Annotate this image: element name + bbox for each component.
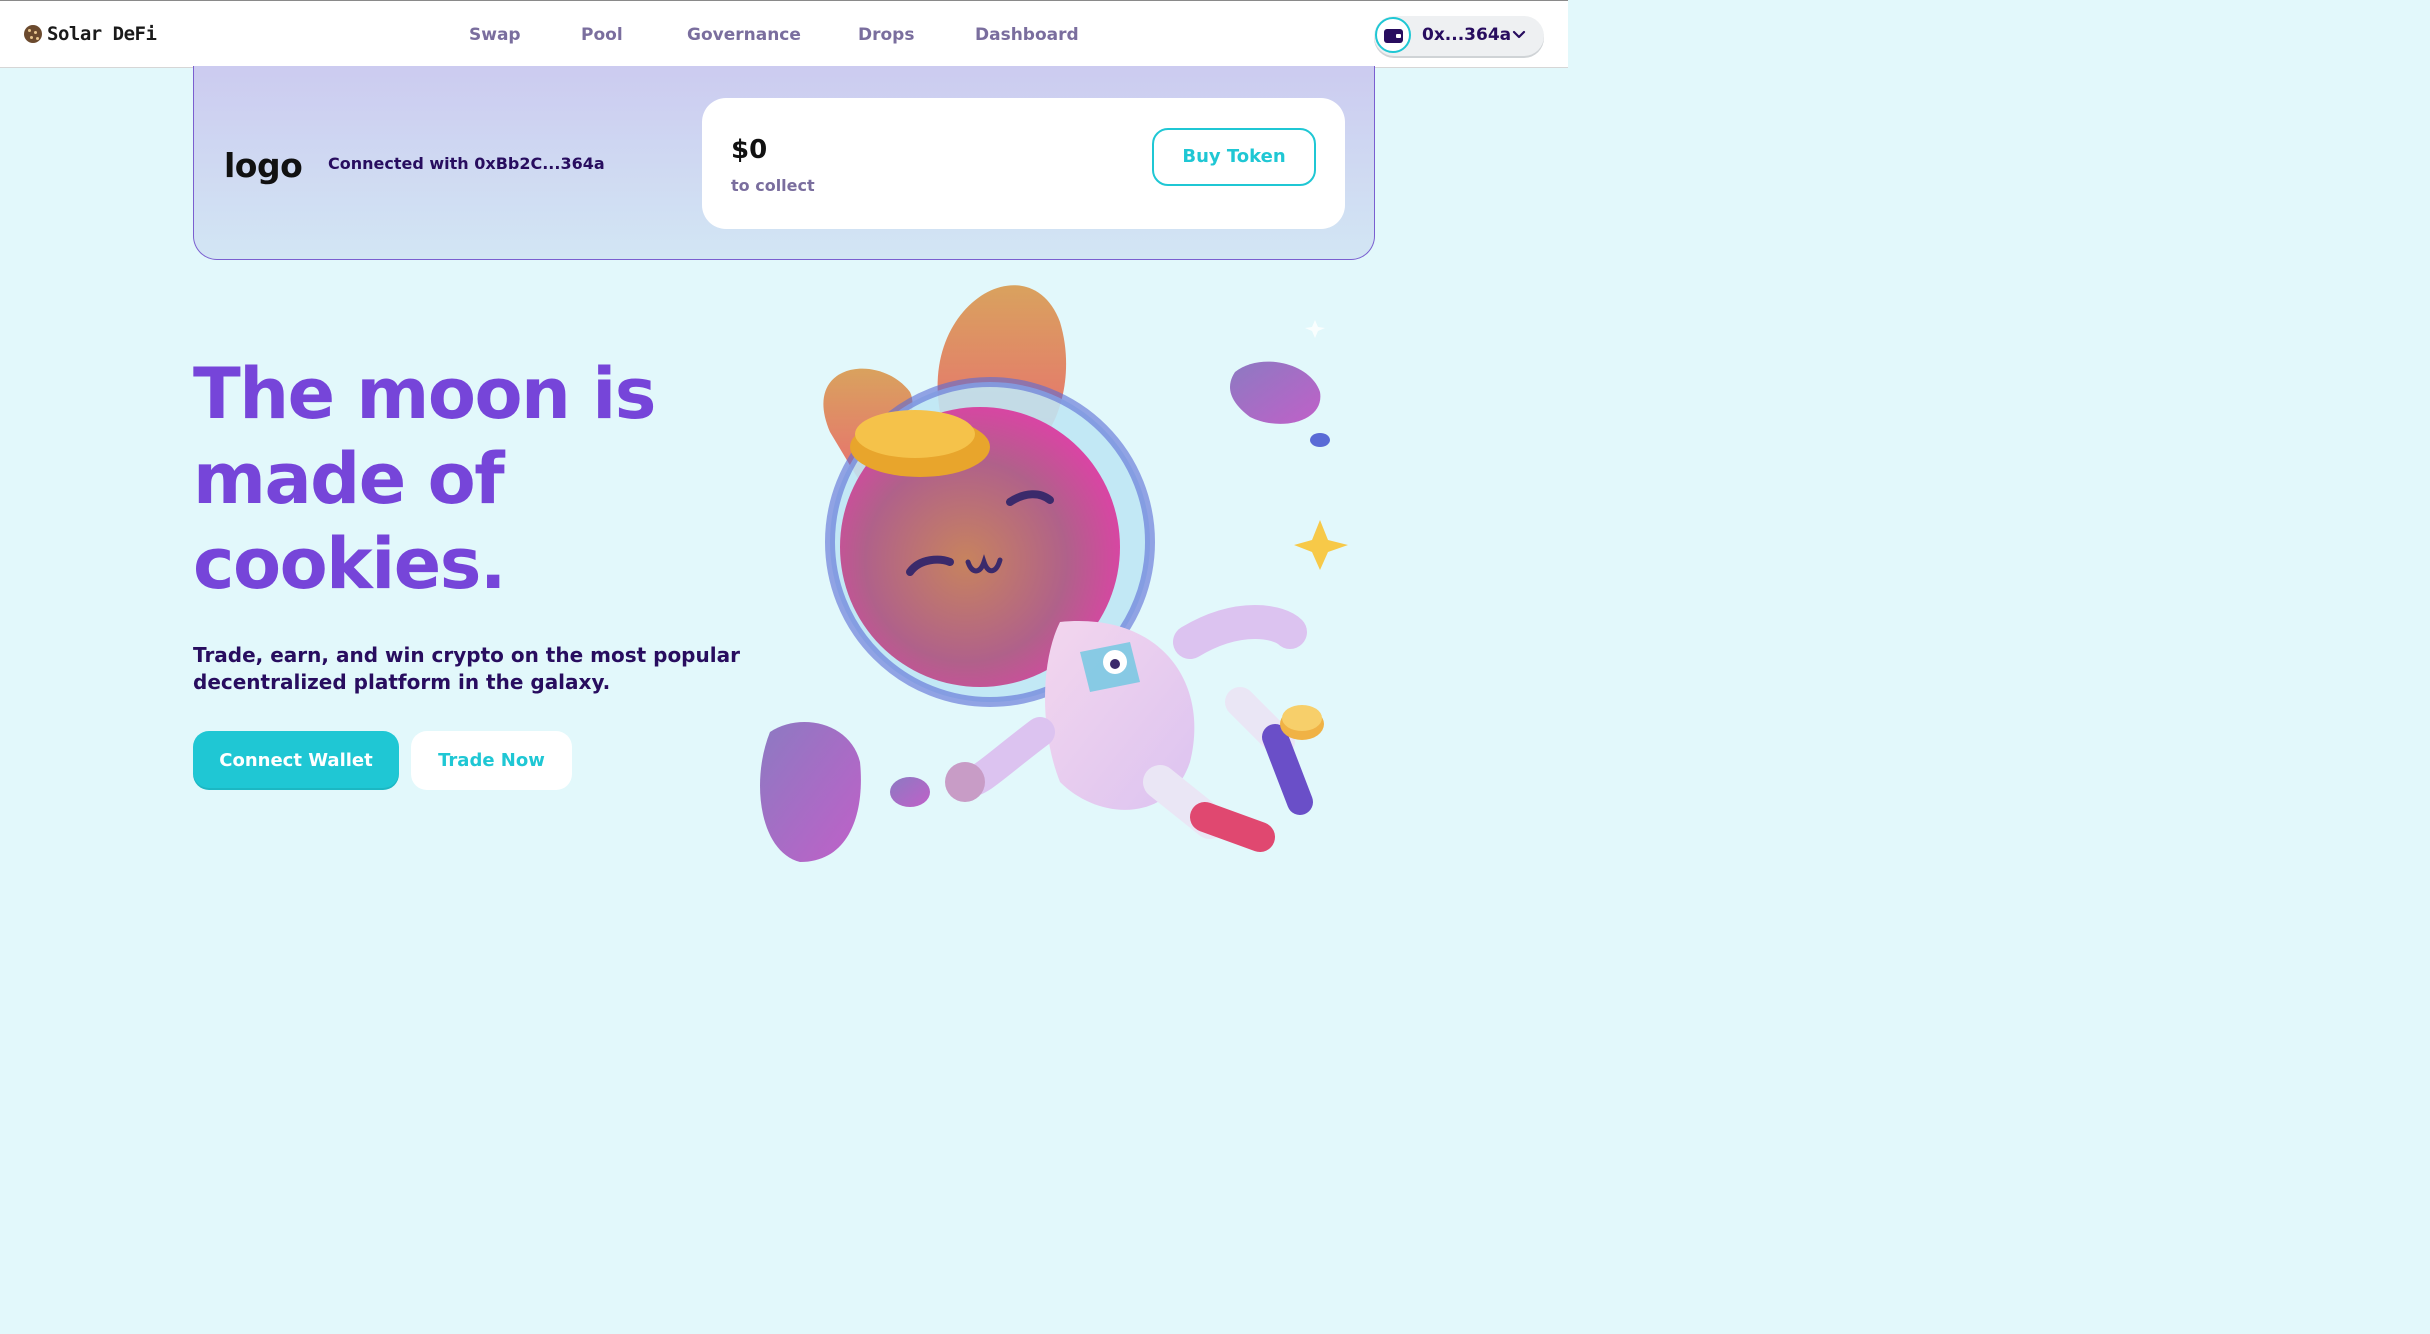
collect-label: to collect <box>731 176 815 195</box>
astronaut-bunny-illustration <box>760 285 1348 862</box>
wallet-menu-button[interactable]: 0x...364a <box>1374 16 1544 56</box>
account-banner: logo Connected with 0xBb2C...364a $0 to … <box>193 66 1375 260</box>
connect-wallet-button[interactable]: Connect Wallet <box>193 731 399 790</box>
nav-link-drops[interactable]: Drops <box>858 25 914 45</box>
main-nav: Swap Pool Governance Drops Dashboard <box>0 25 1568 49</box>
wallet-address: 0x...364a <box>1422 25 1512 45</box>
trade-now-button[interactable]: Trade Now <box>411 731 572 790</box>
hero-title-line: The moon is <box>193 353 656 435</box>
hero-subtitle: Trade, earn, and win crypto on the most … <box>193 643 740 694</box>
connected-address-text: Connected with 0xBb2C...364a <box>328 154 605 173</box>
collect-card: $0 to collect Buy Token <box>702 98 1345 229</box>
hero-title: The moon is made of cookies. <box>193 352 753 607</box>
nav-link-swap[interactable]: Swap <box>469 25 521 45</box>
buy-token-button[interactable]: Buy Token <box>1152 128 1316 186</box>
nav-link-governance[interactable]: Governance <box>687 25 801 45</box>
hero-title-line: cookies. <box>193 523 506 605</box>
nav-link-dashboard[interactable]: Dashboard <box>975 25 1079 45</box>
banner-logo: logo <box>224 146 303 185</box>
chevron-down-icon <box>1512 30 1526 39</box>
top-navigation-bar: Solar DeFi Swap Pool Governance Drops Da… <box>0 0 1568 68</box>
nav-link-pool[interactable]: Pool <box>581 25 623 45</box>
collect-amount: $0 <box>731 135 768 165</box>
hero-title-line: made of <box>193 438 505 520</box>
wallet-icon <box>1375 17 1411 53</box>
